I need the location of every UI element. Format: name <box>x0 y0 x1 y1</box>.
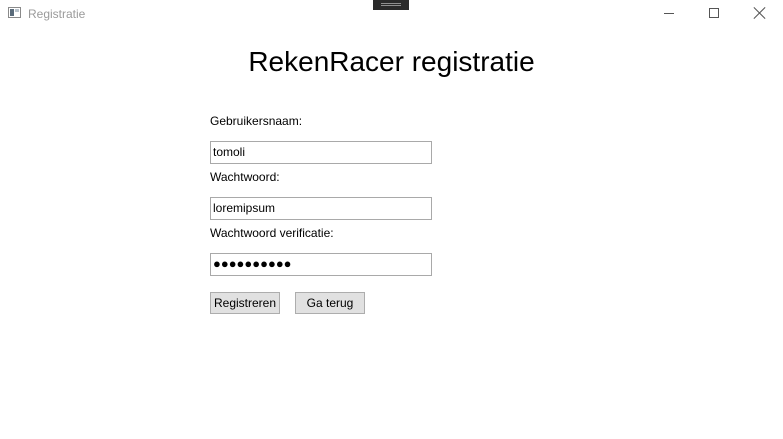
password-field[interactable]: loremipsum <box>210 197 432 220</box>
maximize-icon <box>709 8 719 18</box>
register-button[interactable]: Registreren <box>210 292 280 314</box>
registration-window: Registratie RekenRacer registratie Gebru… <box>0 0 783 439</box>
password-verify-label: Wachtwoord verificatie: <box>210 226 334 240</box>
password-label: Wachtwoord: <box>210 170 280 184</box>
maximize-button[interactable] <box>691 0 736 28</box>
username-field[interactable]: tomoli <box>210 141 432 164</box>
password-verify-field[interactable]: ●●●●●●●●●● <box>210 253 432 276</box>
page-title: RekenRacer registratie <box>248 46 535 77</box>
title-bar[interactable]: Registratie <box>0 0 783 28</box>
window-title: Registratie <box>28 7 86 21</box>
close-icon <box>753 6 767 20</box>
app-window-icon <box>8 7 21 18</box>
minimize-button[interactable] <box>646 0 691 28</box>
username-label: Gebruikersnaam: <box>210 114 303 128</box>
drag-grip-icon[interactable] <box>373 0 409 10</box>
close-button[interactable] <box>736 0 781 28</box>
go-back-button[interactable]: Ga terug <box>295 292 365 314</box>
minimize-icon <box>664 13 674 14</box>
